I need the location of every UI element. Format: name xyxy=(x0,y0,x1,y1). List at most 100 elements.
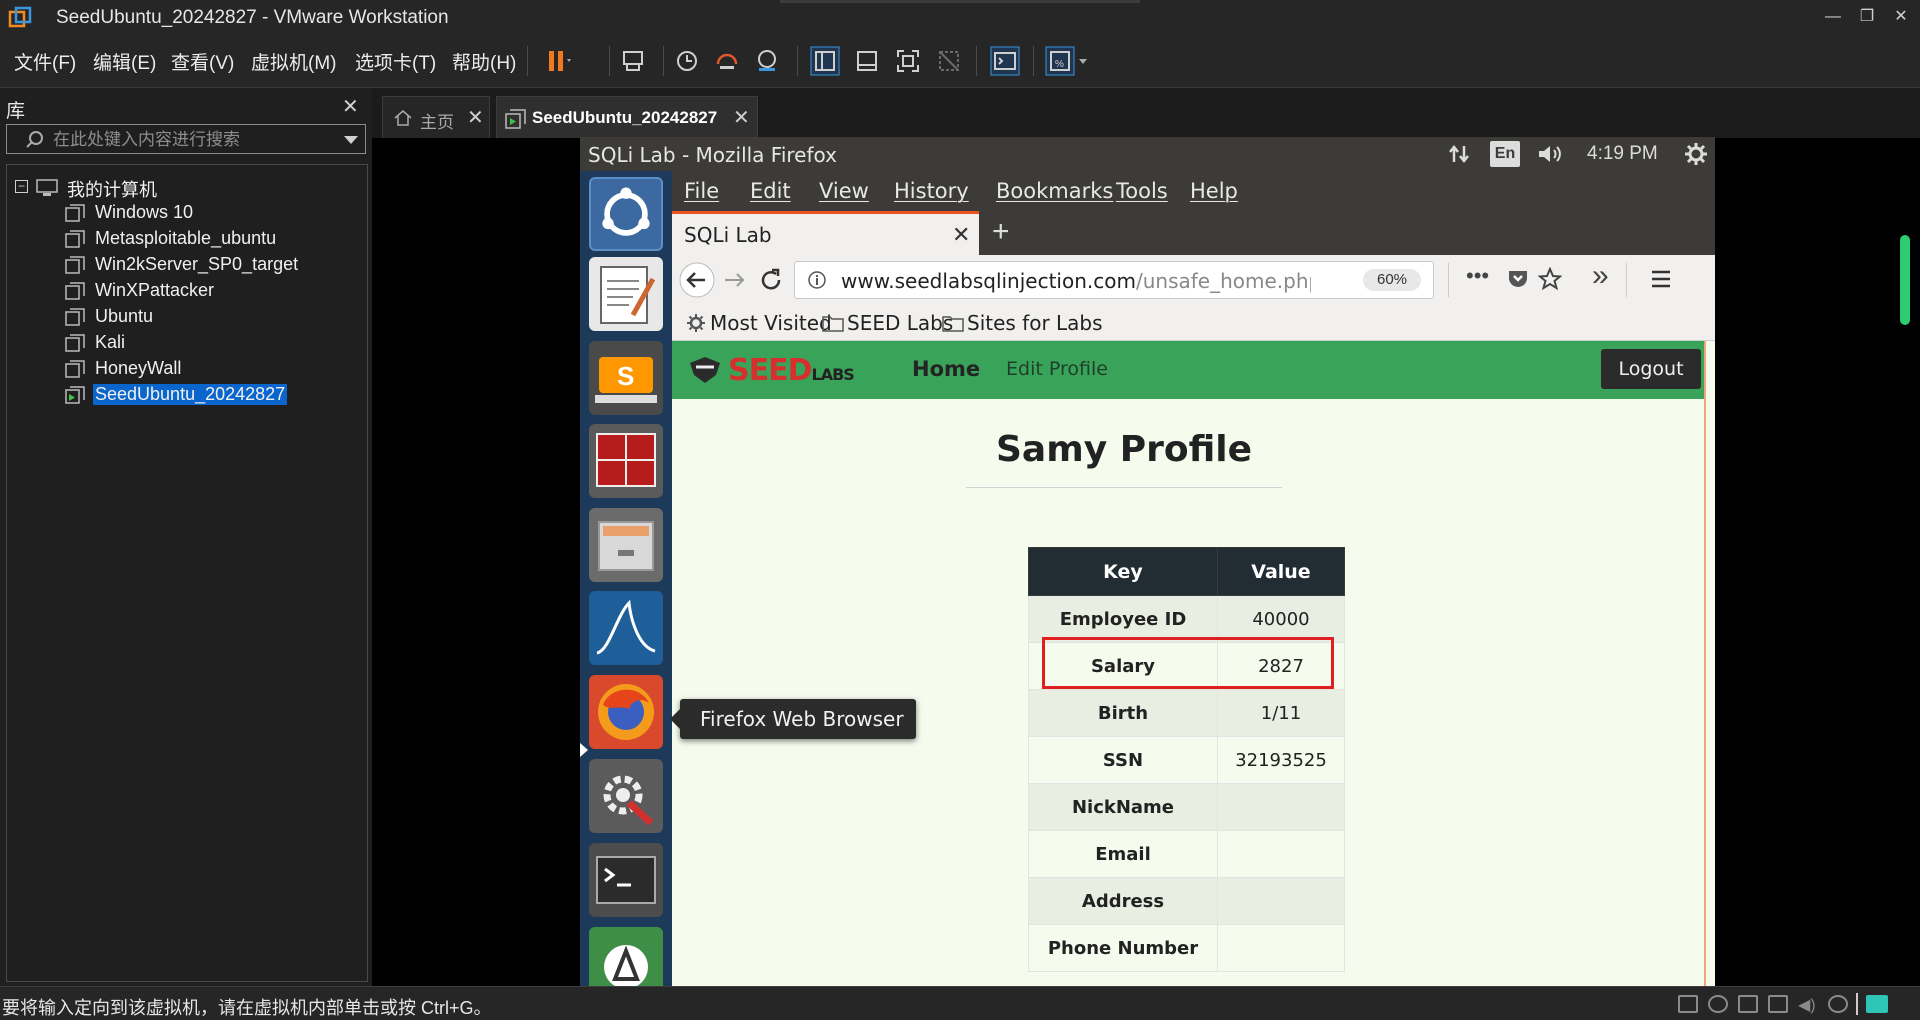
title-bar: SeedUbuntu_20242827 - VMware Workstation… xyxy=(0,0,1920,34)
software-updater-icon[interactable] xyxy=(589,927,663,988)
console-view-icon[interactable] xyxy=(988,44,1022,78)
terminal-icon[interactable] xyxy=(589,843,663,917)
url-bar[interactable]: www.seedlabsqlinjection.com/unsafe_home.… xyxy=(794,261,1434,299)
power-gear-icon[interactable] xyxy=(1684,142,1708,166)
brand-labs-text: LABS xyxy=(811,365,855,384)
seed-brand[interactable]: SEEDLABS xyxy=(728,353,855,388)
library-search xyxy=(6,124,366,154)
header-value: Value xyxy=(1217,547,1345,596)
vm-icon xyxy=(65,230,85,248)
full-screen-icon[interactable] xyxy=(891,44,925,78)
tree-root-label: 我的计算机 xyxy=(67,180,157,200)
menu-tabs[interactable]: 选项卡(T) xyxy=(355,48,436,75)
ff-menu-bookmarks[interactable]: Bookmarks xyxy=(996,179,1113,203)
unity-mode-icon[interactable] xyxy=(932,44,966,78)
tab-home-label: 主页 xyxy=(420,113,454,132)
files-icon[interactable] xyxy=(589,508,663,582)
tab-seedubuntu[interactable]: SeedUbuntu_20242827 ✕ xyxy=(496,96,758,138)
info-icon[interactable] xyxy=(807,270,827,290)
pocket-icon[interactable] xyxy=(1506,267,1530,291)
vm-display-scrollbar[interactable] xyxy=(1900,235,1910,325)
overflow-chevron-icon[interactable]: » xyxy=(1592,259,1609,293)
revert-snapshot-icon[interactable] xyxy=(710,44,744,78)
ubuntu-dash-icon[interactable] xyxy=(589,177,663,251)
thumbnail-bar-icon[interactable] xyxy=(850,44,884,78)
url-host: www.seedlabsqlinjection.com xyxy=(841,269,1136,293)
menu-vm[interactable]: 虚拟机(M) xyxy=(251,48,336,75)
network-icon[interactable] xyxy=(1446,142,1472,166)
status-separator xyxy=(1856,993,1858,1015)
menu-view[interactable]: 查看(V) xyxy=(171,48,234,75)
new-tab-icon[interactable]: + xyxy=(992,215,1010,249)
page-actions-icon[interactable]: ••• xyxy=(1466,263,1489,289)
star-icon[interactable] xyxy=(1538,267,1562,291)
nav-edit-profile-link[interactable]: Edit Profile xyxy=(1006,358,1108,380)
stretch-guest-icon[interactable]: % xyxy=(1043,44,1077,78)
sublime-text-icon[interactable]: S xyxy=(589,341,663,415)
back-icon[interactable] xyxy=(678,261,716,299)
hamburger-menu-icon[interactable] xyxy=(1650,269,1672,289)
ff-menu-history[interactable]: History xyxy=(894,179,969,203)
printer-icon[interactable] xyxy=(1768,995,1788,1013)
menu-edit[interactable]: 编辑(E) xyxy=(93,48,156,75)
cd-drive-icon[interactable] xyxy=(1708,995,1728,1013)
gear-icon xyxy=(687,314,705,332)
message-log-icon[interactable] xyxy=(1866,995,1888,1013)
snapshot-manager-icon[interactable] xyxy=(750,44,784,78)
show-library-icon[interactable] xyxy=(808,44,842,78)
ff-menu-tools[interactable]: Tools xyxy=(1116,179,1168,203)
profile-table: Key Value Employee ID 40000 Salary 2827 Bi… xyxy=(1028,547,1345,972)
clock[interactable]: 4:19 PM xyxy=(1587,143,1658,165)
nav-home-link[interactable]: Home xyxy=(912,357,980,381)
logout-button[interactable]: Logout xyxy=(1601,349,1701,389)
network-adapter-icon[interactable] xyxy=(1738,995,1758,1013)
forward-icon[interactable] xyxy=(722,267,748,293)
close-icon[interactable]: ✕ xyxy=(733,105,750,130)
reload-icon[interactable] xyxy=(758,267,784,293)
home-icon xyxy=(394,110,412,126)
wireshark-icon[interactable] xyxy=(589,591,663,665)
snapshot-icon[interactable] xyxy=(670,44,704,78)
collapse-icon[interactable]: − xyxy=(15,180,28,193)
url-text[interactable]: www.seedlabsqlinjection.com/unsafe_home.… xyxy=(841,269,1311,293)
ff-menu-view[interactable]: View xyxy=(819,179,869,203)
terminal-red-icon[interactable] xyxy=(589,424,663,498)
language-indicator[interactable]: En xyxy=(1490,141,1520,167)
volume-icon[interactable] xyxy=(1536,142,1566,166)
ff-tab-sqli-lab[interactable]: SQLi Lab ✕ xyxy=(672,211,979,255)
bookmark-seed-labs[interactable]: SEED Labs xyxy=(847,311,953,335)
menu-file[interactable]: 文件(F) xyxy=(14,48,76,75)
close-icon[interactable]: ✕ xyxy=(1888,4,1914,30)
minimize-icon[interactable]: — xyxy=(1820,4,1846,30)
display-icon[interactable] xyxy=(1828,995,1848,1013)
send-ctrl-alt-del-icon[interactable] xyxy=(616,44,650,78)
text-editor-icon[interactable] xyxy=(589,257,663,331)
bookmark-sites-for-labs[interactable]: Sites for Labs xyxy=(967,311,1103,335)
bookmark-most-visited[interactable]: Most Visited xyxy=(710,311,832,335)
sound-icon[interactable]: ◀) xyxy=(1798,995,1818,1014)
row-value xyxy=(1217,924,1345,972)
chevron-down-icon[interactable] xyxy=(343,134,359,146)
pause-icon[interactable] xyxy=(540,44,574,78)
firefox-icon[interactable] xyxy=(589,675,663,749)
close-icon[interactable]: ✕ xyxy=(467,105,484,130)
ff-menu-help[interactable]: Help xyxy=(1190,179,1238,203)
menu-help[interactable]: 帮助(H) xyxy=(452,48,516,75)
close-icon[interactable]: ✕ xyxy=(952,222,970,248)
ff-menu-file[interactable]: File xyxy=(684,179,719,203)
ff-menu-edit[interactable]: Edit xyxy=(750,179,791,203)
search-input[interactable] xyxy=(53,129,333,151)
system-settings-icon[interactable] xyxy=(589,759,663,833)
chevron-down-icon[interactable] xyxy=(1077,44,1091,78)
header-key: Key xyxy=(1028,547,1218,596)
tab-home[interactable]: 主页 ✕ xyxy=(382,96,490,138)
table-row: SSN 32193525 xyxy=(1028,736,1345,784)
hard-disk-icon[interactable] xyxy=(1678,995,1698,1013)
zoom-indicator[interactable]: 60% xyxy=(1363,269,1421,291)
vm-tree: − 我的计算机 Windows 10 Metasploitable_ubuntu… xyxy=(6,164,368,982)
close-icon[interactable]: ✕ xyxy=(342,94,359,119)
vm-running-icon xyxy=(505,109,526,129)
restore-icon[interactable]: ❐ xyxy=(1854,4,1880,30)
toolbar-separator xyxy=(527,46,528,76)
toolbar-separator xyxy=(663,46,664,76)
